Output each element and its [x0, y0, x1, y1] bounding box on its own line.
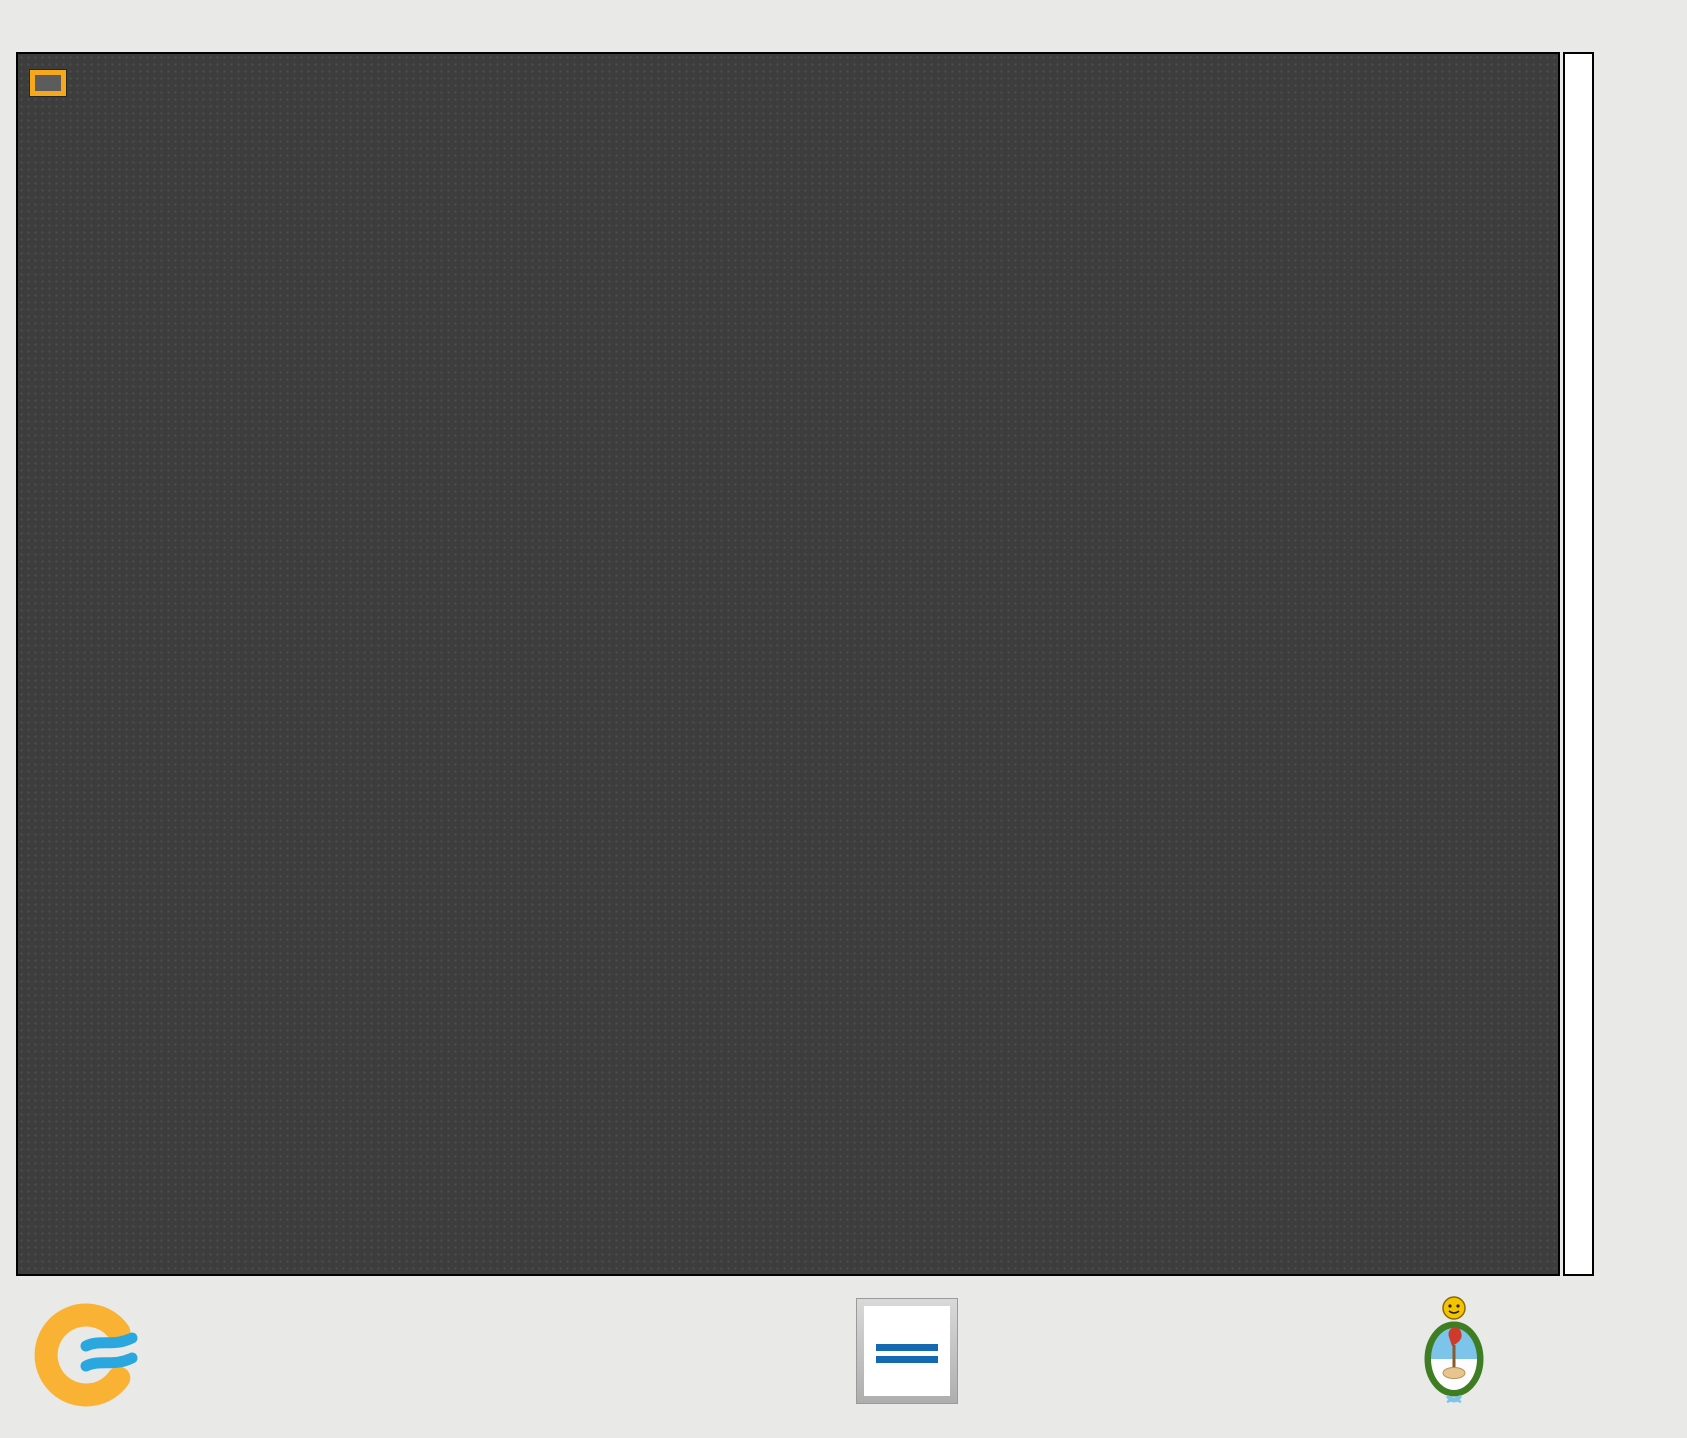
map-svg	[18, 54, 1562, 1278]
argentina-coat-of-arms-icon	[1424, 1296, 1484, 1404]
inta-logo	[856, 1298, 958, 1404]
footer	[0, 1278, 1687, 1438]
alert-box[interactable]	[30, 70, 66, 96]
inta-logo-inner	[864, 1306, 950, 1396]
map-container	[16, 52, 1560, 1276]
radar-mosaic-page	[0, 0, 1687, 1438]
smn-logo	[34, 1303, 138, 1407]
smn-logo-wave-icon	[80, 1332, 138, 1352]
colorbar-gradient	[1563, 52, 1594, 1276]
colorbar-ticks	[1592, 52, 1687, 1276]
inta-bar	[876, 1344, 938, 1351]
inta-bar	[876, 1356, 938, 1363]
smn-logo-ring	[34, 1303, 131, 1407]
smn-logo-wave-icon	[80, 1352, 138, 1372]
